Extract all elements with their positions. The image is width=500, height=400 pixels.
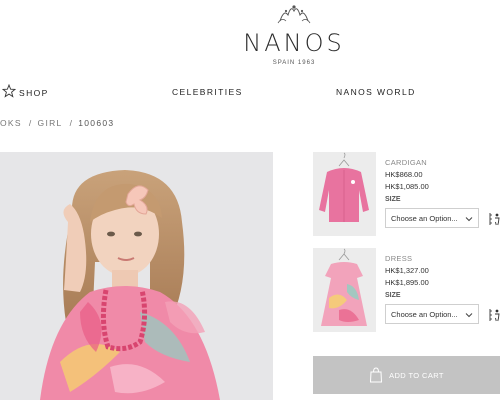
chevron-down-icon [465,313,473,318]
cardigan-image [313,152,376,236]
size-select[interactable]: Choose an Option... [385,304,479,324]
girl-photo [0,152,273,400]
product-regular-price: HK$1,895.00 [385,278,429,287]
breadcrumb-item[interactable]: OKS [0,118,22,128]
crown-icon [277,5,311,24]
nav-shop-label: SHOP [19,87,49,98]
breadcrumb-separator: / [28,118,33,128]
size-label: SIZE [385,292,401,299]
product-regular-price: HK$1,085.00 [385,182,429,191]
nav-item-nanos-world[interactable]: NANOS WORLD [336,87,416,97]
nav-item-celebrities[interactable]: CELEBRITIES [172,87,243,97]
product-name: DRESS [385,254,413,263]
nav-item-shop[interactable]: SHOP [2,84,49,98]
dress-image [313,248,376,332]
breadcrumb-item[interactable]: GIRL [38,118,63,128]
star-icon [2,84,16,98]
size-select-value: Choose an Option... [391,214,458,223]
dress-thumbnail[interactable] [313,248,376,332]
breadcrumb: OKS / GIRL / 100603 [0,118,114,128]
product-sale-price: HK$1,327.00 [385,266,429,275]
size-guide-icon[interactable] [489,308,500,322]
breadcrumb-current: 100603 [78,118,115,128]
add-to-cart-label: ADD TO CART [389,370,444,380]
product-card-cardigan: CARDIGAN HK$868.00 HK$1,085.00 SIZE Choo… [313,152,500,236]
product-card-dress: DRESS HK$1,327.00 HK$1,895.00 SIZE Choos… [313,248,500,332]
breadcrumb-separator: / [69,118,74,128]
brand-name: NANOS [243,29,345,57]
shopping-bag-icon [370,367,383,383]
cardigan-thumbnail[interactable] [313,152,376,236]
chevron-down-icon [465,217,473,222]
product-name: CARDIGAN [385,158,427,167]
main-nav: SHOP CELEBRITIES NANOS WORLD [0,84,500,100]
product-sale-price: HK$868.00 [385,170,423,179]
size-guide-icon[interactable] [489,212,500,226]
size-label: SIZE [385,196,401,203]
size-select-value: Choose an Option... [391,310,458,319]
product-main-image[interactable] [0,152,273,400]
size-select[interactable]: Choose an Option... [385,208,479,228]
brand-tagline: SPAIN 1963 [272,60,316,66]
add-to-cart-button[interactable]: ADD TO CART [313,356,500,394]
